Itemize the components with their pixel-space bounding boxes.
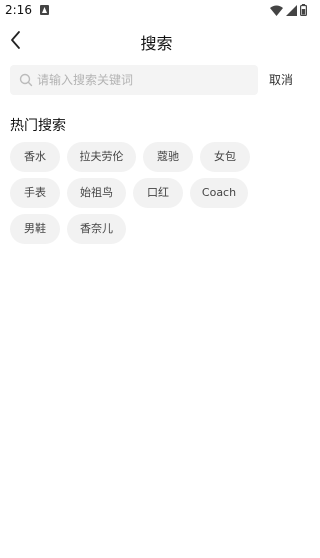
status-bar: 2:16 — [0, 0, 313, 22]
page-title: 搜索 — [140, 34, 173, 53]
hot-tag[interactable]: 男鞋 — [10, 214, 60, 244]
hot-tag[interactable]: 女包 — [200, 142, 250, 172]
battery-icon — [300, 4, 307, 16]
status-icons — [270, 4, 307, 16]
hot-search-tags: 香水 拉夫劳伦 蔻驰 女包 手表 始祖鸟 口红 Coach 男鞋 香奈儿 — [10, 142, 310, 250]
nav-bar: 搜索 — [0, 22, 313, 60]
hot-search-title: 热门搜索 — [10, 118, 66, 134]
tag-row: 男鞋 香奈儿 — [10, 214, 310, 244]
search-input[interactable] — [37, 65, 252, 95]
hot-tag[interactable]: 始祖鸟 — [67, 178, 126, 208]
hot-tag[interactable]: 拉夫劳伦 — [67, 142, 136, 172]
hot-tag[interactable]: 蔻驰 — [143, 142, 193, 172]
search-box[interactable] — [10, 65, 258, 95]
tag-row: 手表 始祖鸟 口红 Coach — [10, 178, 310, 208]
search-icon — [19, 73, 33, 87]
hot-tag[interactable]: Coach — [190, 178, 248, 208]
status-time: 2:16 — [5, 3, 32, 17]
notification-icon — [40, 5, 49, 15]
tag-row: 香水 拉夫劳伦 蔻驰 女包 — [10, 142, 310, 172]
signal-icon — [286, 4, 297, 16]
hot-tag[interactable]: 香奈儿 — [67, 214, 126, 244]
wifi-icon — [270, 5, 283, 16]
hot-tag[interactable]: 香水 — [10, 142, 60, 172]
search-row: 取消 — [0, 65, 313, 95]
hot-tag[interactable]: 手表 — [10, 178, 60, 208]
cancel-button[interactable]: 取消 — [269, 71, 293, 88]
hot-tag[interactable]: 口红 — [133, 178, 183, 208]
